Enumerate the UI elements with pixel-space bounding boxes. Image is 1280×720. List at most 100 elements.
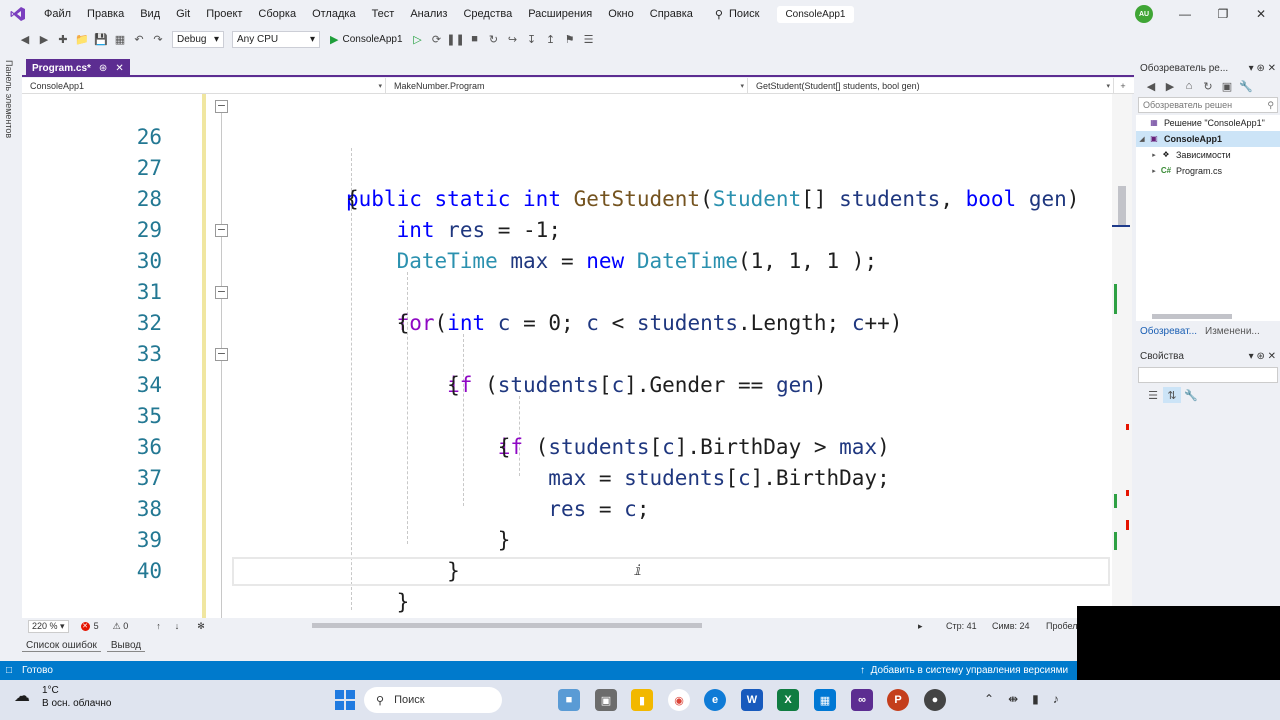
tab-program-cs[interactable]: Program.cs* ⊛ ✕	[26, 59, 130, 77]
code-line[interactable]: 33 {	[22, 308, 1112, 397]
tree-item-program-cs[interactable]: ▸ C# Program.cs	[1136, 163, 1280, 179]
pin-icon[interactable]: ⊛	[99, 63, 107, 74]
scroll-thumb[interactable]	[1152, 314, 1232, 319]
editor-vertical-scrollbar[interactable]	[1112, 94, 1132, 618]
scroll-right-icon[interactable]: ▸	[918, 621, 923, 632]
menu-debug[interactable]: Отладка	[304, 8, 363, 20]
project-dropdown[interactable]: ConsoleApp1 ▾	[22, 77, 386, 94]
tree-item-dependencies[interactable]: ▸ ❖ Зависимости	[1136, 147, 1280, 163]
forward-icon[interactable]: ▶	[35, 31, 53, 47]
windows-start-icon[interactable]	[335, 690, 355, 710]
close-icon[interactable]: ✕	[1242, 7, 1280, 21]
search-button[interactable]: ⚲ Поиск	[707, 8, 768, 21]
new-item-icon[interactable]: ✚	[54, 31, 72, 47]
code-line[interactable]: 31 {	[22, 246, 1112, 335]
member-dropdown[interactable]: GetStudent(Student[] students, bool gen)…	[748, 77, 1114, 94]
scroll-thumb[interactable]	[1118, 186, 1126, 226]
menu-analyze[interactable]: Анализ	[402, 8, 455, 20]
code-line[interactable]: 27 {	[22, 122, 1112, 211]
whitespace-indicator[interactable]: Пробел	[1046, 621, 1078, 631]
solution-explorer-title[interactable]: Обозреватель ре...	[1140, 63, 1228, 74]
code-line[interactable]: 40 }	[22, 525, 1112, 614]
back-icon[interactable]: ◀	[16, 31, 34, 47]
step-into-icon[interactable]: ↧	[523, 31, 541, 47]
code-line[interactable]: 37 res = c;	[22, 432, 1112, 521]
pane-options-icon[interactable]: ▾ ⊛ ✕	[1249, 351, 1276, 362]
tree-item-solution[interactable]: ▦ Решение "ConsoleApp1"	[1136, 115, 1280, 131]
toolbox-strip[interactable]: Панель элементов	[0, 56, 22, 656]
tree-item-project[interactable]: ◢ ▣ ConsoleApp1	[1136, 131, 1280, 147]
tab-git-changes[interactable]: Изменени...	[1201, 326, 1264, 337]
restore-icon[interactable]: ❐	[1204, 7, 1242, 21]
collapse-icon[interactable]: −	[215, 224, 228, 237]
menu-view[interactable]: Вид	[132, 8, 168, 20]
solution-horizontal-scrollbar[interactable]	[1136, 311, 1280, 321]
solution-search-input[interactable]: Обозреватель решен ⚲	[1138, 97, 1278, 113]
code-line[interactable]: 41 return res; ⅈ	[22, 556, 1112, 587]
excel-icon[interactable]: X	[777, 689, 799, 711]
expand-arrow-icon[interactable]: ▸	[1148, 167, 1160, 175]
avatar[interactable]: AU	[1135, 5, 1153, 23]
code-line[interactable]: 39 }	[22, 494, 1112, 583]
warning-count[interactable]: ⚠ 0	[113, 621, 129, 632]
visual-studio-icon[interactable]: ∞	[851, 689, 873, 711]
wrench-icon[interactable]: 🔧	[1182, 387, 1200, 403]
back-icon[interactable]: ◀	[1142, 78, 1160, 94]
chrome-icon[interactable]: ◉	[668, 689, 690, 711]
network-icon[interactable]: ⇼	[1008, 692, 1018, 706]
collapse-icon[interactable]: −	[215, 348, 228, 361]
code-line[interactable]: 36 max = students[c].BirthDay;	[22, 401, 1112, 490]
down-arrow-icon[interactable]: ↓	[175, 621, 180, 631]
file-explorer-window-icon[interactable]: ▣	[595, 689, 617, 711]
start-without-debugging-icon[interactable]: ▷	[409, 31, 427, 47]
pause-icon[interactable]: ❚❚	[446, 31, 464, 47]
save-all-icon[interactable]: ▦	[111, 31, 129, 47]
collapse-all-icon[interactable]: ▣	[1218, 78, 1236, 94]
code-line[interactable]: 30 − for(int c = 0; c < students.Length;…	[22, 215, 1112, 335]
weather-widget[interactable]: ☁ 1°C В осн. облачно	[14, 684, 111, 710]
visual-studio-logo-icon[interactable]	[0, 0, 36, 28]
word-icon[interactable]: W	[741, 689, 763, 711]
up-arrow-icon[interactable]: ↑	[156, 621, 161, 631]
tab-solution-explorer[interactable]: Обозреват...	[1136, 326, 1201, 337]
menu-test[interactable]: Тест	[364, 8, 403, 20]
expand-arrow-icon[interactable]: ▸	[1148, 151, 1160, 159]
properties-object-select[interactable]	[1138, 367, 1278, 383]
code-line[interactable]: 28 int res = -1;	[22, 153, 1112, 242]
menu-git[interactable]: Git	[168, 8, 198, 20]
battery-icon[interactable]: ▮	[1032, 692, 1039, 706]
sync-icon[interactable]: ↻	[1199, 78, 1217, 94]
code-line[interactable]: 42 }	[22, 587, 1112, 618]
zoom-select[interactable]: 220 % ▾	[28, 619, 69, 633]
step-over-icon[interactable]: ↪	[504, 31, 522, 47]
menu-help[interactable]: Справка	[642, 8, 701, 20]
redo-icon[interactable]: ↷	[149, 31, 167, 47]
powerpoint-icon[interactable]: P	[887, 689, 909, 711]
tab-error-list[interactable]: Список ошибок	[22, 640, 101, 652]
categorized-icon[interactable]: ☰	[1144, 387, 1162, 403]
code-editor[interactable]: 26 − public static int GetStudent(Studen…	[22, 94, 1112, 618]
forward-icon[interactable]: ▶	[1161, 78, 1179, 94]
undo-icon[interactable]: ↶	[130, 31, 148, 47]
line-indicator[interactable]: Стр: 41	[946, 621, 977, 631]
bookmark-icon[interactable]: ⚑	[561, 31, 579, 47]
comment-icon[interactable]: ☰	[580, 31, 598, 47]
error-count[interactable]: ✕ 5	[80, 621, 99, 631]
code-line[interactable]: 29 DateTime max = new DateTime(1, 1, 1 )…	[22, 184, 1112, 273]
menu-build[interactable]: Сборка	[250, 8, 304, 20]
minimize-icon[interactable]: —	[1166, 7, 1204, 21]
code-line[interactable]: 38 }	[22, 463, 1112, 552]
toolbox-label[interactable]: Панель элементов	[4, 60, 14, 138]
class-dropdown[interactable]: MakeNumber.Program ▾	[386, 77, 748, 94]
collapse-icon[interactable]: −	[215, 286, 228, 299]
alphabetical-icon[interactable]: ⇅	[1163, 387, 1181, 403]
configuration-select[interactable]: Debug ▾	[172, 30, 224, 48]
tab-output[interactable]: Вывод	[106, 640, 146, 652]
add-to-source-control-button[interactable]: ↑ Добавить в систему управления версиями	[860, 665, 1068, 676]
folder-icon[interactable]: ▮	[631, 689, 653, 711]
menu-window[interactable]: Окно	[600, 8, 642, 20]
code-cleanup-icon[interactable]: ✻	[197, 621, 205, 632]
platform-select[interactable]: Any CPU ▾	[232, 30, 320, 48]
properties-title[interactable]: Свойства	[1140, 351, 1184, 362]
code-line[interactable]: 35 {	[22, 370, 1112, 459]
